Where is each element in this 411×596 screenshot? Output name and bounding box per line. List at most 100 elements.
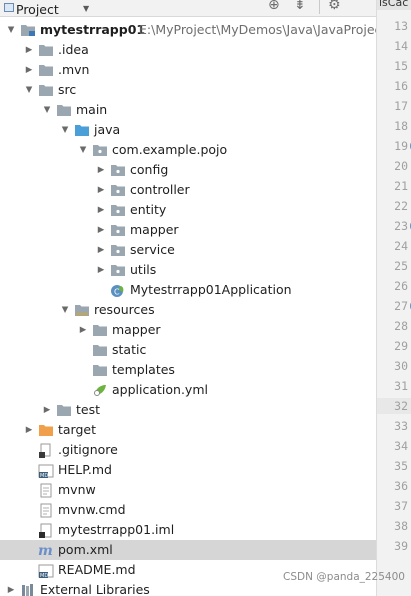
tree-item[interactable]: ▼ com.example.pojo (0, 140, 376, 160)
tree-item-label: .idea (58, 42, 89, 57)
chevron-down-icon[interactable]: ▼ (83, 4, 89, 13)
tree-item-label: templates (112, 362, 175, 377)
tree-item[interactable]: ▶ test (0, 400, 376, 420)
settings-icon[interactable]: ⚙ (328, 0, 341, 13)
tree-item[interactable]: ▶ mapper (0, 220, 376, 240)
tree-item[interactable]: m pom.xml (0, 540, 376, 560)
chevron-right-icon[interactable]: ▶ (96, 222, 106, 238)
tree-item-label: static (112, 342, 147, 357)
tree-item-label: resources (94, 302, 155, 317)
gitignore-file-icon (38, 443, 54, 458)
line-number: 38 (394, 519, 408, 533)
line-number: 13 (394, 19, 408, 33)
tree-item[interactable]: ▼ java (0, 120, 376, 140)
chevron-right-icon[interactable]: ▶ (24, 62, 34, 78)
tree-item[interactable]: ▶ entity (0, 200, 376, 220)
tree-item[interactable]: application.yml (0, 380, 376, 400)
tree-item[interactable]: ▼ main (0, 100, 376, 120)
folder-icon (38, 83, 54, 97)
chevron-right-icon[interactable]: ▶ (96, 202, 106, 218)
excluded-folder-icon (38, 423, 54, 437)
tree-item-label: .gitignore (58, 442, 118, 457)
tree-item[interactable]: ▶ target (0, 420, 376, 440)
chevron-right-icon[interactable]: ▶ (96, 262, 106, 278)
package-icon (110, 243, 126, 257)
line-number: 39 (394, 539, 408, 553)
tree-item[interactable]: MD HELP.md (0, 460, 376, 480)
chevron-right-icon[interactable]: ▶ (6, 582, 16, 596)
chevron-down-icon[interactable]: ▼ (24, 82, 34, 98)
tree-item[interactable]: .gitignore (0, 440, 376, 460)
chevron-right-icon[interactable]: ▶ (96, 162, 106, 178)
text-file-icon (38, 483, 54, 498)
tree-item[interactable]: mvnw (0, 480, 376, 500)
tree-item[interactable]: static (0, 340, 376, 360)
project-view-title[interactable]: Project (16, 2, 59, 17)
tree-item[interactable]: ▼ src (0, 80, 376, 100)
line-number: 35 (394, 459, 408, 473)
svg-text:m: m (38, 543, 53, 557)
tree-item[interactable]: ▶ service (0, 240, 376, 260)
tree-item-label: src (58, 82, 77, 97)
line-number: 14 (394, 39, 408, 53)
collapse-all-icon[interactable]: ⇟ (294, 0, 306, 13)
chevron-down-icon[interactable]: ▼ (60, 122, 70, 138)
chevron-right-icon[interactable]: ▶ (78, 322, 88, 338)
line-number: 15 (394, 59, 408, 73)
tree-item[interactable]: mytestrrapp01.iml (0, 520, 376, 540)
tree-item[interactable]: ▶ config (0, 160, 376, 180)
line-number: 32 (377, 398, 411, 414)
chevron-right-icon[interactable]: ▶ (96, 242, 106, 258)
crosshair-icon[interactable]: ⊕ (268, 0, 280, 13)
module-folder-icon (20, 23, 36, 37)
chevron-down-icon[interactable]: ▼ (78, 142, 88, 158)
svg-text:MD: MD (40, 473, 48, 479)
tree-item-label: mapper (130, 222, 179, 237)
tree-item[interactable]: ▶ controller (0, 180, 376, 200)
tree-item-label: target (58, 422, 97, 437)
line-number: 34 (394, 439, 408, 453)
tree-item[interactable]: ▼ mytestrrapp01 E:\MyProject\MyDemos\Java\… (0, 20, 376, 40)
line-number: 26 (394, 279, 408, 293)
toolbar-divider (319, 0, 320, 14)
tree-item-label: test (76, 402, 101, 417)
tree-item-label: mvnw.cmd (58, 502, 126, 517)
chevron-down-icon[interactable]: ▼ (60, 302, 70, 318)
line-number: 37 (394, 499, 408, 513)
line-number: 19 (394, 139, 408, 153)
line-number: 27 (394, 299, 408, 313)
folder-icon (92, 343, 108, 357)
tree-item-label: HELP.md (58, 462, 112, 477)
line-number: 18 (394, 119, 408, 133)
tree-item[interactable]: ▶ utils (0, 260, 376, 280)
chevron-right-icon[interactable]: ▶ (24, 42, 34, 58)
tree-item-label: config (130, 162, 169, 177)
line-number: 31 (394, 379, 408, 393)
chevron-right-icon[interactable]: ▶ (24, 422, 34, 438)
line-number: 17 (394, 99, 408, 113)
line-number: 30 (394, 359, 408, 373)
folder-icon (92, 363, 108, 377)
tree-item[interactable]: mvnw.cmd (0, 500, 376, 520)
line-number: 24 (394, 239, 408, 253)
chevron-down-icon[interactable]: ▼ (42, 102, 52, 118)
tree-item[interactable]: ▶ .idea (0, 40, 376, 60)
chevron-right-icon[interactable]: ▶ (96, 182, 106, 198)
editor-tab[interactable]: isCac (377, 0, 411, 10)
package-icon (110, 183, 126, 197)
tree-item-label: External Libraries (40, 582, 150, 596)
chevron-down-icon[interactable]: ▼ (6, 22, 16, 38)
tree-item-label: application.yml (112, 382, 208, 397)
resources-folder-icon (74, 303, 90, 317)
tree-item[interactable]: ▼ resources (0, 300, 376, 320)
libraries-icon (20, 583, 36, 596)
tree-item[interactable]: ▶ .mvn (0, 60, 376, 80)
tree-item[interactable]: C Mytestrrapp01Application (0, 280, 376, 300)
package-icon (110, 263, 126, 277)
tree-item[interactable]: ▶ mapper (0, 320, 376, 340)
tree-item[interactable]: templates (0, 360, 376, 380)
chevron-right-icon[interactable]: ▶ (42, 402, 52, 418)
text-file-icon (38, 503, 54, 518)
line-number: 36 (394, 479, 408, 493)
editor-gutter: isCac 13 14 15 16 17 18 19 20 21 22 23 24 25 26 27 28 29… (376, 0, 411, 596)
